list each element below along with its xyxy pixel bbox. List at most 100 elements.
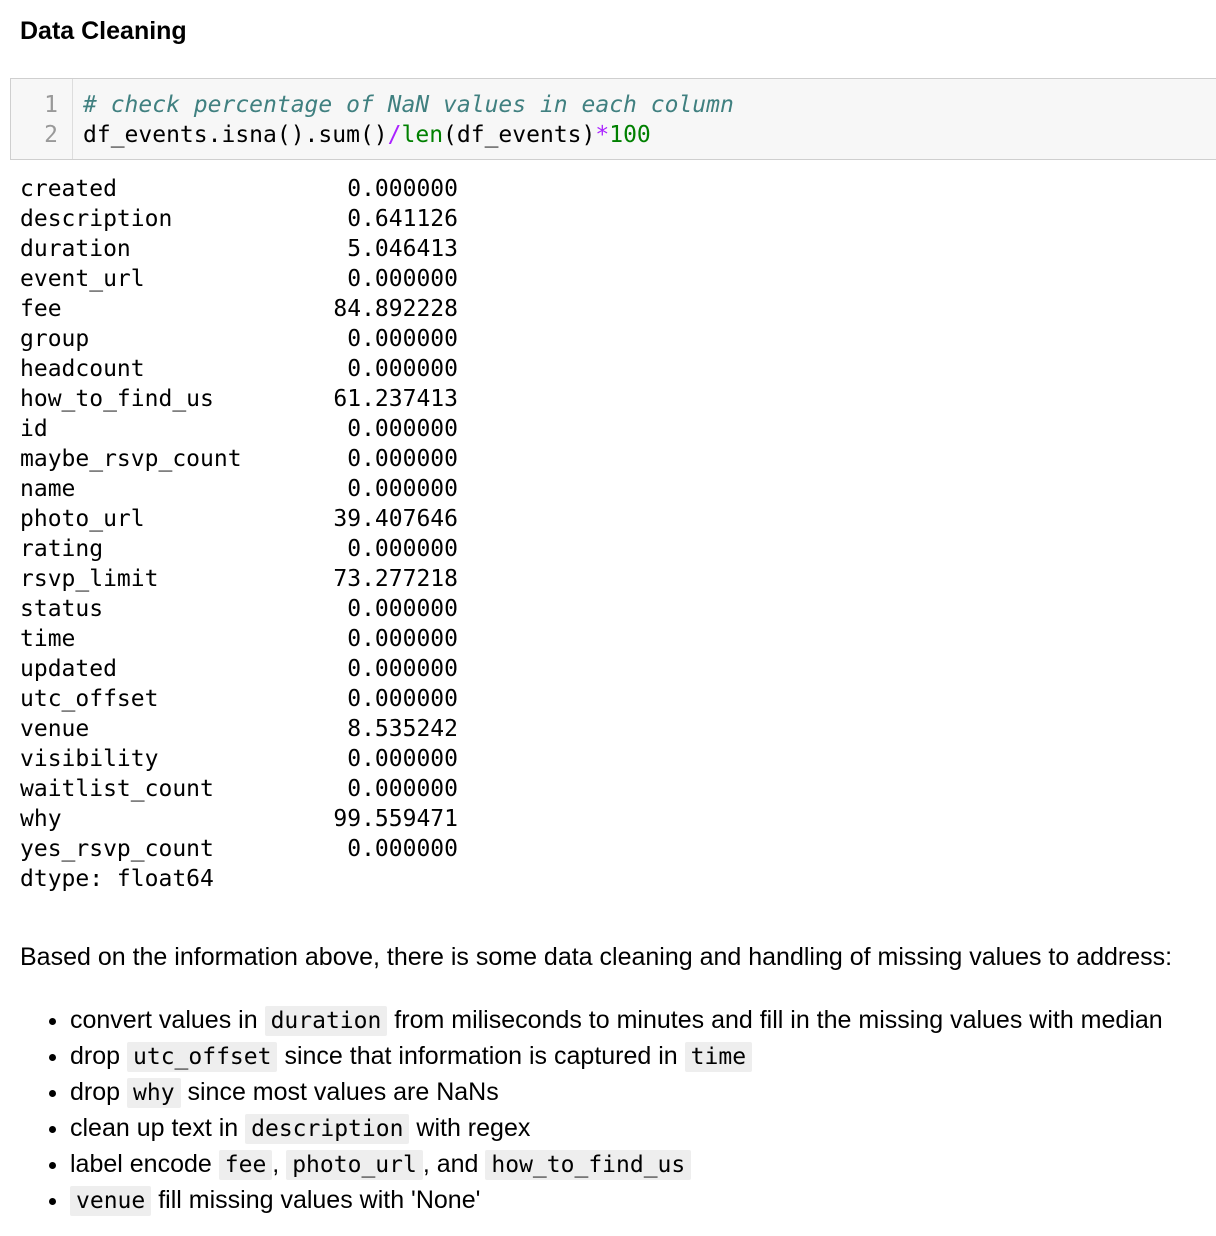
code-text: (df_events) (443, 122, 596, 148)
code-editor[interactable]: # check percentage of NaN values in each… (73, 79, 734, 159)
output-column-name: maybe_rsvp_count (20, 446, 242, 472)
output-column-name: how_to_find_us (20, 386, 214, 412)
output-row: rsvp_limit 73.277218 (20, 564, 458, 594)
output-row: time 0.000000 (20, 624, 458, 654)
list-item: convert values in duration from miliseco… (70, 1002, 1210, 1038)
output-row: name 0.000000 (20, 474, 458, 504)
code-operator: / (387, 122, 402, 148)
inline-code: utc_offset (127, 1042, 278, 1072)
output-row: yes_rsvp_count 0.000000 (20, 834, 458, 864)
list-text: , and (422, 1150, 479, 1178)
output-nan-percentage: 0.000000 (347, 836, 458, 862)
output-column-name: created (20, 176, 117, 202)
output-nan-percentage: 0.000000 (347, 266, 458, 292)
output-column-name: status (20, 596, 104, 622)
code-comment: # check percentage of NaN values in each… (83, 92, 734, 118)
code-line-2: df_events.isna().sum()/len(df_events)*10… (83, 120, 734, 150)
output-nan-percentage: 0.000000 (347, 416, 458, 442)
output-nan-percentage: 0.000000 (347, 356, 458, 382)
output-nan-percentage: 73.277218 (333, 566, 458, 592)
output-column-name: event_url (20, 266, 145, 292)
list-item: label encode fee, photo_url, and how_to_… (70, 1146, 1210, 1182)
output-column-name: utc_offset (20, 686, 159, 712)
output-nan-percentage: 0.000000 (347, 596, 458, 622)
output-row: how_to_find_us 61.237413 (20, 384, 458, 414)
output-column-name: description (20, 206, 173, 232)
output-nan-percentage: 0.000000 (347, 626, 458, 652)
output-nan-percentage: 0.000000 (347, 536, 458, 562)
output-row: rating 0.000000 (20, 534, 458, 564)
list-item: venue fill missing values with 'None' (70, 1182, 1210, 1218)
inline-code: photo_url (286, 1150, 423, 1180)
inline-code: how_to_find_us (485, 1150, 692, 1180)
output-row: fee 84.892228 (20, 294, 458, 324)
list-item: drop utc_offset since that information i… (70, 1038, 1210, 1074)
code-number: 100 (609, 122, 651, 148)
line-number-gutter: 1 2 (11, 79, 73, 159)
output-column-name: time (20, 626, 76, 652)
output-nan-percentage: 8.535242 (347, 716, 458, 742)
list-item: drop why since most values are NaNs (70, 1074, 1210, 1110)
output-column-name: why (20, 806, 62, 832)
list-item: clean up text in description with regex (70, 1110, 1210, 1146)
list-text: , (272, 1150, 280, 1178)
output-row: visibility 0.000000 (20, 744, 458, 774)
output-nan-percentage: 0.000000 (347, 326, 458, 352)
output-nan-percentage: 0.000000 (347, 746, 458, 772)
output-row: group 0.000000 (20, 324, 458, 354)
code-cell[interactable]: 1 2 # check percentage of NaN values in … (10, 78, 1216, 160)
output-row: photo_url 39.407646 (20, 504, 458, 534)
output-nan-percentage: 99.559471 (333, 806, 458, 832)
output-nan-percentage: 0.641126 (347, 206, 458, 232)
output-column-name: yes_rsvp_count (20, 836, 214, 862)
output-column-name: fee (20, 296, 62, 322)
list-text: from miliseconds to minutes and fill in … (394, 1006, 1163, 1034)
output-nan-percentage: 0.000000 (347, 176, 458, 202)
output-nan-percentage: 0.000000 (347, 656, 458, 682)
output-column-name: duration (20, 236, 131, 262)
output-nan-percentage: 61.237413 (333, 386, 458, 412)
output-row: duration 5.046413 (20, 234, 458, 264)
inline-code: duration (264, 1006, 388, 1036)
output-column-name: group (20, 326, 90, 352)
output-dtype: dtype: float64 (20, 866, 214, 892)
output-series: created 0.000000 description 0.641126 durati… (20, 174, 458, 864)
output-row: status 0.000000 (20, 594, 458, 624)
output-column-name: id (20, 416, 48, 442)
intro-paragraph: Based on the information above, there is… (20, 943, 1173, 971)
cleaning-steps-list: convert values in duration from miliseco… (20, 1002, 1210, 1218)
code-builtin: len (401, 122, 444, 148)
inline-code: fee (218, 1150, 273, 1180)
section-heading: Data Cleaning (20, 17, 187, 45)
output-nan-percentage: 0.000000 (347, 446, 458, 472)
list-text: clean up text in (70, 1114, 239, 1142)
output-row: headcount 0.000000 (20, 354, 458, 384)
output-row: updated 0.000000 (20, 654, 458, 684)
output-column-name: photo_url (20, 506, 145, 532)
output-row: id 0.000000 (20, 414, 458, 444)
list-text: drop (70, 1042, 121, 1070)
inline-code: description (245, 1114, 410, 1144)
line-number: 1 (44, 92, 58, 118)
output-nan-percentage: 39.407646 (333, 506, 458, 532)
output-column-name: updated (20, 656, 117, 682)
code-text: df_events.isna().sum() (83, 122, 388, 148)
output-row: utc_offset 0.000000 (20, 684, 458, 714)
line-number: 2 (44, 122, 58, 148)
output-row: maybe_rsvp_count 0.000000 (20, 444, 458, 474)
output-row: description 0.641126 (20, 204, 458, 234)
output-column-name: rating (20, 536, 104, 562)
output-nan-percentage: 84.892228 (333, 296, 458, 322)
inline-code: time (684, 1042, 753, 1072)
output-column-name: rsvp_limit (20, 566, 159, 592)
output-column-name: venue (20, 716, 90, 742)
output-row: venue 8.535242 (20, 714, 458, 744)
output-row: waitlist_count 0.000000 (20, 774, 458, 804)
output-nan-percentage: 0.000000 (347, 776, 458, 802)
output-column-name: name (20, 476, 76, 502)
list-text: label encode (70, 1150, 212, 1178)
output-column-name: visibility (20, 746, 159, 772)
list-text: with regex (416, 1114, 531, 1142)
list-text: drop (70, 1078, 121, 1106)
list-text: since most values are NaNs (187, 1078, 499, 1106)
